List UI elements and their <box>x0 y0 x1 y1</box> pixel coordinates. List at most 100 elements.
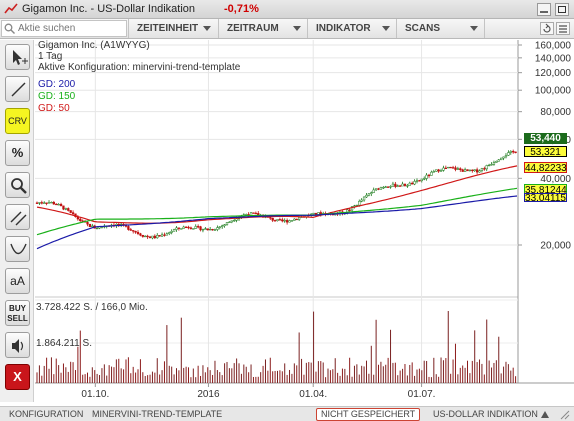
candle-body <box>454 167 457 170</box>
arc-tool-button[interactable] <box>5 236 30 262</box>
candle-body <box>156 235 159 239</box>
settings-icon[interactable] <box>556 22 570 35</box>
menu-zeiteinheit[interactable]: ZEITEINHEIT <box>128 19 217 38</box>
save-status-badge[interactable]: NICHT GESPEICHERT <box>316 408 421 421</box>
percent-label: % <box>11 145 24 160</box>
candle-body <box>182 226 185 229</box>
channel-tool-button[interactable] <box>5 204 30 230</box>
price-chart[interactable]: 160,000140,000120,000100,00080,00060,000… <box>35 40 574 402</box>
candle-body <box>500 157 503 161</box>
candle-body <box>401 183 404 187</box>
zoom-tool-button[interactable] <box>5 172 30 198</box>
candle-body <box>249 212 253 216</box>
candle-body <box>379 187 383 190</box>
buy-label: BUY <box>9 304 26 313</box>
candle-body <box>45 202 48 204</box>
menu-zeiteinheit-label: ZEITEINHEIT <box>137 23 199 34</box>
price-tick-label: 20,000 <box>540 241 571 252</box>
minimize-icon[interactable] <box>537 3 551 16</box>
candle-body <box>370 192 373 195</box>
chevron-down-icon <box>470 26 478 31</box>
scroll-up-icon[interactable] <box>540 410 550 419</box>
stock-search-input[interactable] <box>1 20 127 37</box>
candle-body <box>273 220 277 222</box>
candle-body <box>209 228 212 231</box>
candle-body <box>451 167 455 169</box>
percent-tool-button[interactable]: % <box>5 140 30 166</box>
legend-gd50: GD: 50 <box>38 103 70 114</box>
candle-body <box>218 226 221 228</box>
candle-body <box>168 232 171 235</box>
buy-sell-button[interactable]: BUY SELL <box>5 300 30 326</box>
maximize-icon[interactable] <box>555 3 569 16</box>
candle-body <box>495 160 498 163</box>
candle-body <box>348 209 351 211</box>
candle-body <box>153 235 156 239</box>
candle-body <box>233 220 236 222</box>
last-price-tag: 53,440 <box>524 133 567 144</box>
candle-body <box>442 167 445 171</box>
candle-body <box>312 212 315 215</box>
candle-body <box>199 226 202 231</box>
candle-body <box>285 220 289 223</box>
candle-body <box>504 155 508 158</box>
candle-body <box>228 221 231 223</box>
candle-body <box>459 168 462 170</box>
candle-body <box>151 235 154 239</box>
candle-body <box>180 228 183 230</box>
candle-body <box>283 220 286 222</box>
candle-body <box>507 152 510 156</box>
candle-body <box>367 193 371 196</box>
candle-body <box>206 228 209 231</box>
candle-body <box>461 169 464 172</box>
line-tool-button[interactable] <box>5 76 30 102</box>
candle-body <box>91 225 94 228</box>
candle-body <box>435 169 438 172</box>
chevron-down-icon <box>293 26 301 31</box>
candle-body <box>386 186 390 188</box>
cursor-tool-button[interactable] <box>5 44 30 70</box>
candle-body <box>475 169 479 173</box>
price-tick-label: 120,000 <box>535 68 572 79</box>
close-icon: X <box>13 369 22 384</box>
close-chart-button[interactable]: X <box>5 364 30 390</box>
sound-button[interactable] <box>5 332 30 358</box>
font-tool-button[interactable]: aA <box>5 268 30 294</box>
candle-body <box>172 229 176 232</box>
candle-body <box>40 202 43 204</box>
candle-body <box>69 210 72 213</box>
candle-body <box>184 226 188 229</box>
candle-body <box>165 233 169 236</box>
crv-button[interactable]: CRV <box>5 108 30 134</box>
menu-zeitraum[interactable]: ZEITRAUM <box>218 19 307 38</box>
candle-body <box>141 235 144 237</box>
refresh-icon[interactable] <box>540 22 554 35</box>
candle-body <box>52 201 55 205</box>
candle-body <box>201 229 205 231</box>
candle-body <box>492 162 496 165</box>
candle-body <box>57 204 60 206</box>
drawing-toolbar: CRV % aA BUY SELL X <box>0 40 34 402</box>
menu-indikator[interactable]: INDIKATOR <box>307 19 396 38</box>
candle-body <box>358 201 361 206</box>
magnifier-icon <box>11 178 27 194</box>
candle-body <box>487 164 491 167</box>
candle-body <box>281 219 284 222</box>
candle-body <box>497 159 500 162</box>
candle-body <box>148 236 152 239</box>
candle-body <box>295 218 298 221</box>
menu-scans[interactable]: SCANS <box>396 19 485 38</box>
candle-body <box>362 196 366 201</box>
candle-body <box>213 229 217 231</box>
trendline-icon <box>11 82 26 97</box>
resize-grip-icon[interactable] <box>558 409 570 420</box>
chart-grid <box>35 40 574 384</box>
candle-body <box>211 228 214 231</box>
config-name[interactable]: MINERVINI-TREND-TEMPLATE <box>92 409 222 419</box>
arc-icon <box>10 243 27 255</box>
price-tick-label: 160,000 <box>535 41 572 52</box>
candle-body <box>297 217 301 220</box>
price-change: -0,71% <box>224 3 259 15</box>
parallel-lines-icon <box>10 211 27 226</box>
candle-body <box>276 219 279 221</box>
